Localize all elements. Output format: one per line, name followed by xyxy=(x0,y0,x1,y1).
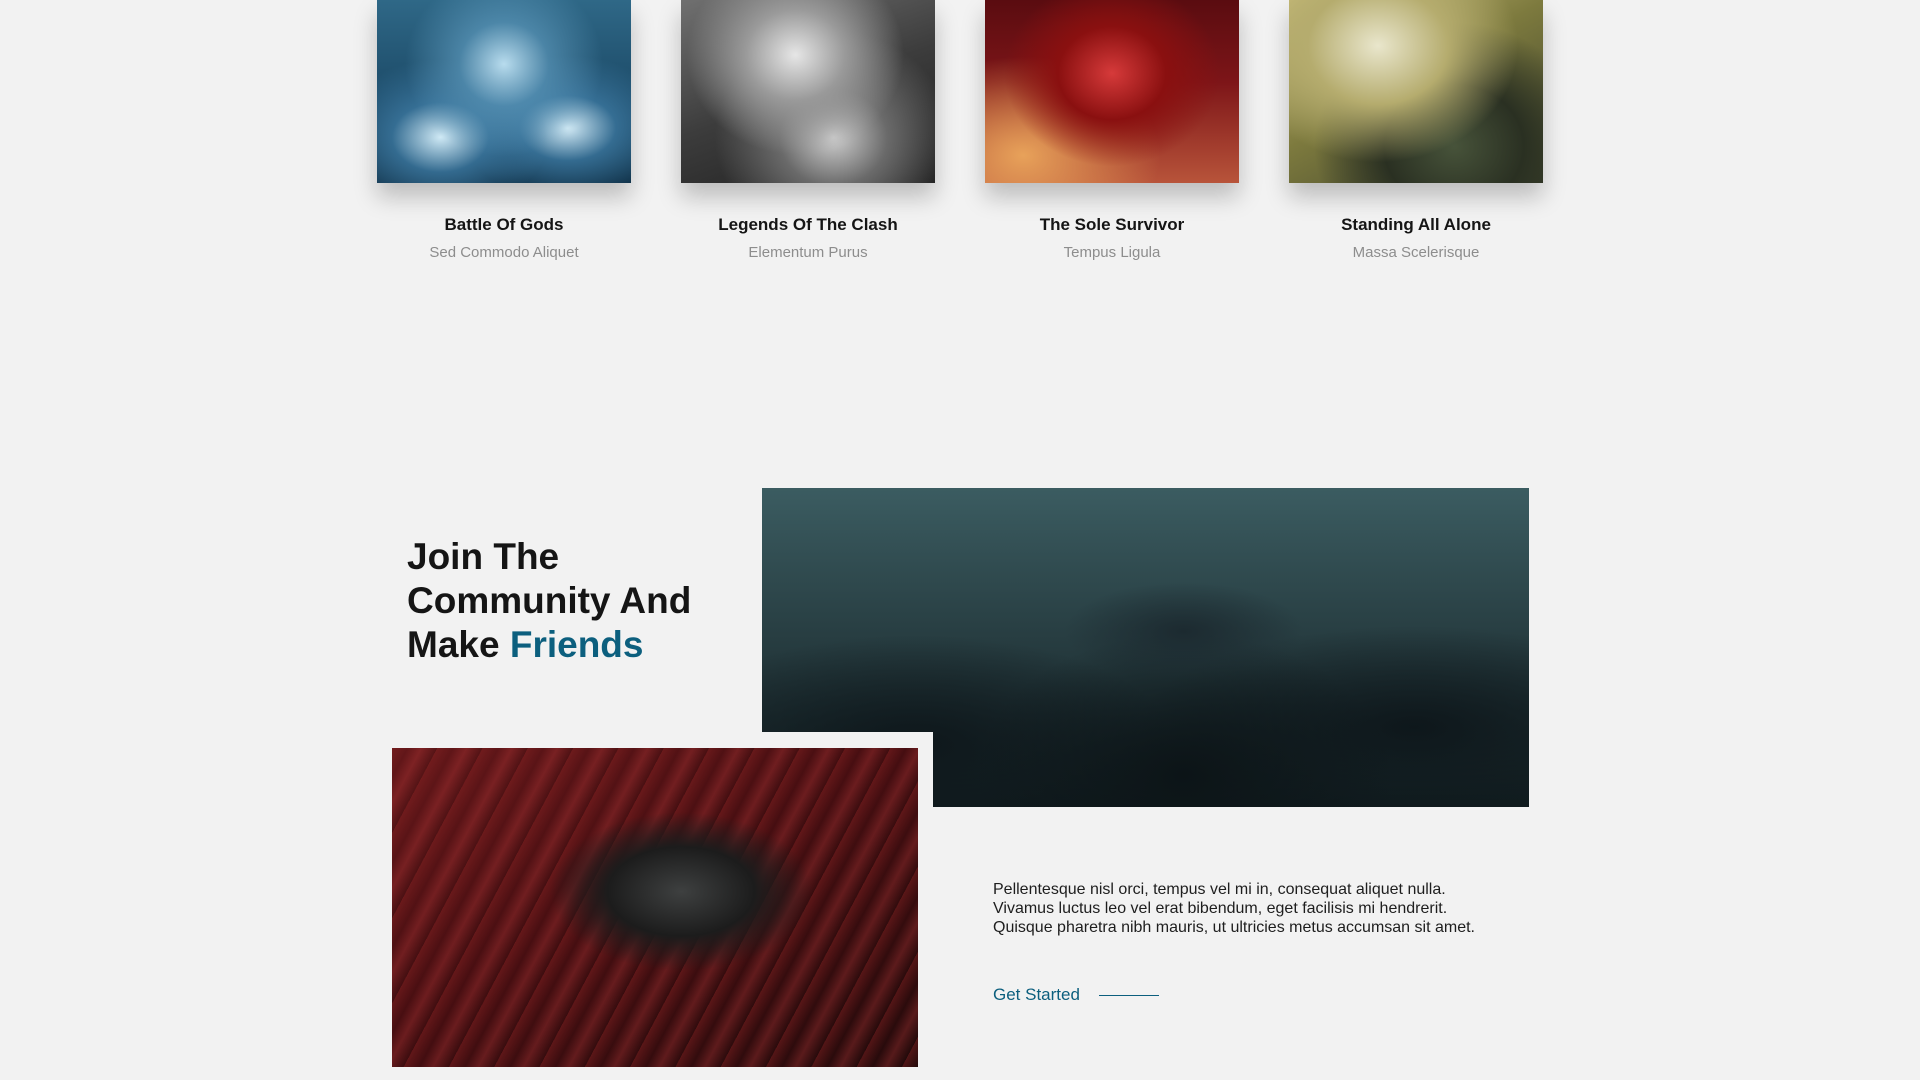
game-card-image[interactable] xyxy=(681,0,935,183)
game-card-title[interactable]: Battle Of Gods xyxy=(377,215,631,235)
game-card-title[interactable]: Standing All Alone xyxy=(1289,215,1543,235)
community-heading: Join The Community And Make Friends xyxy=(407,535,747,667)
heading-line-3-prefix: Make xyxy=(407,624,510,665)
game-card-subtitle: Sed Commodo Aliquet xyxy=(429,244,579,261)
game-card[interactable]: Standing All Alone Massa Scelerisque xyxy=(1289,0,1543,261)
community-description: Pellentesque nisl orci, tempus vel mi in… xyxy=(993,881,1475,936)
get-started-link[interactable]: Get Started xyxy=(993,985,1159,1005)
heading-line-1: Join The xyxy=(407,536,560,577)
cta-underline-decoration xyxy=(1098,994,1159,996)
get-started-label: Get Started xyxy=(993,985,1080,1004)
heading-line-2: Community And xyxy=(407,580,692,621)
heading-accent-word: Friends xyxy=(509,624,644,665)
game-card-title[interactable]: Legends Of The Clash xyxy=(681,215,935,235)
game-card-subtitle: Massa Scelerisque xyxy=(1352,244,1480,261)
game-card[interactable]: Battle Of Gods Sed Commodo Aliquet xyxy=(377,0,631,261)
game-card[interactable]: The Sole Survivor Tempus Ligula xyxy=(985,0,1239,261)
game-card-title[interactable]: The Sole Survivor xyxy=(985,215,1239,235)
game-card[interactable]: Legends Of The Clash Elementum Purus xyxy=(681,0,935,261)
red-warrior-image xyxy=(392,748,918,1067)
game-card-subtitle: Tempus Ligula xyxy=(1063,244,1161,261)
game-card-subtitle: Elementum Purus xyxy=(748,244,868,261)
game-card-image[interactable] xyxy=(1289,0,1543,183)
page: Battle Of Gods Sed Commodo Aliquet Legen… xyxy=(0,0,1920,1080)
game-card-image[interactable] xyxy=(377,0,631,183)
game-card-image[interactable] xyxy=(985,0,1239,183)
